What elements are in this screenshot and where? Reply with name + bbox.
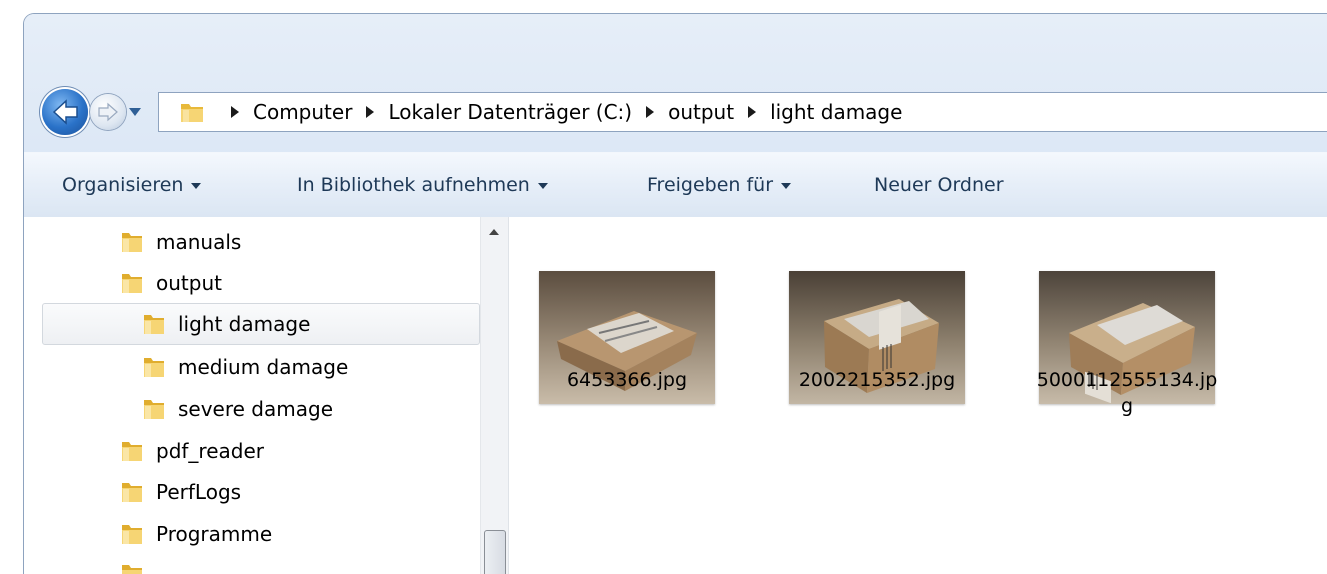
folder-icon — [122, 274, 142, 293]
folder-icon — [181, 104, 203, 122]
folder-icon — [122, 442, 142, 461]
tree-item-manuals[interactable]: manuals — [120, 223, 241, 261]
tree-item-label: light damage — [178, 312, 311, 336]
tree-item-label: manuals — [156, 230, 242, 254]
tree-item-light-damage[interactable]: light damage — [142, 305, 310, 343]
content-area: manuals output light damage medium damag… — [24, 217, 1327, 574]
navigation-bar: Computer Lokaler Datenträger (C:) output… — [24, 82, 1327, 152]
breadcrumb: Computer Lokaler Datenträger (C:) output… — [219, 93, 904, 131]
folder-icon — [122, 565, 142, 574]
forward-button[interactable] — [90, 94, 126, 130]
tree-item-label: pdf_reader — [156, 439, 264, 463]
tree-item-output[interactable]: output — [120, 264, 222, 302]
organize-label: Organisieren — [62, 174, 184, 196]
command-toolbar: Organisieren In Bibliothek aufnehmen Fre… — [24, 152, 1327, 218]
breadcrumb-separator-icon[interactable] — [366, 106, 375, 118]
breadcrumb-item-output[interactable]: output — [666, 98, 736, 126]
tree-item-medium-damage[interactable]: medium damage — [142, 348, 348, 386]
tree-item-label: medium damage — [178, 355, 349, 379]
tree-item-programme[interactable]: Programme — [120, 515, 272, 553]
add-to-library-button[interactable]: In Bibliothek aufnehmen — [297, 153, 548, 217]
pane-divider[interactable] — [508, 217, 519, 574]
organize-button[interactable]: Organisieren — [62, 153, 202, 217]
share-with-button[interactable]: Freigeben für — [647, 153, 792, 217]
navigation-scrollbar[interactable] — [480, 217, 509, 574]
tree-item-label: PerfLogs — [156, 480, 242, 504]
folder-icon — [122, 525, 142, 544]
folder-icon — [122, 483, 142, 502]
share-with-label: Freigeben für — [647, 174, 774, 196]
title-bar — [24, 14, 1327, 82]
breadcrumb-separator-icon[interactable] — [748, 106, 757, 118]
file-list: 6453366.jpg 2002215352.jpg 5000112555134… — [519, 217, 1327, 574]
breadcrumb-separator-icon — [231, 106, 239, 118]
tree-item-label: output — [156, 271, 222, 295]
folder-icon — [144, 400, 164, 419]
folder-icon — [144, 315, 164, 334]
breadcrumb-item-drive[interactable]: Lokaler Datenträger (C:) — [386, 98, 634, 126]
dropdown-caret-icon — [781, 183, 792, 189]
dropdown-caret-icon — [537, 183, 548, 189]
new-folder-label: Neuer Ordner — [874, 174, 1004, 196]
navigation-pane: manuals output light damage medium damag… — [24, 217, 480, 574]
scrollbar-thumb[interactable] — [484, 530, 506, 574]
scroll-up-icon[interactable] — [489, 229, 499, 235]
folder-icon — [144, 358, 164, 377]
file-name-line: 5000112555134.jp — [1036, 369, 1218, 391]
tree-item-label: severe damage — [178, 397, 333, 421]
tree-item-partial[interactable] — [120, 555, 156, 574]
file-name-line: g — [1120, 395, 1134, 417]
breadcrumb-separator-icon[interactable] — [646, 106, 655, 118]
file-name[interactable]: 6453366.jpg — [519, 367, 735, 393]
file-name[interactable]: 5000112555134.jp g — [1019, 367, 1235, 419]
new-folder-button[interactable]: Neuer Ordner — [874, 153, 1004, 217]
tree-item-pdf-reader[interactable]: pdf_reader — [120, 432, 264, 470]
file-name[interactable]: 2002215352.jpg — [769, 367, 985, 393]
back-button[interactable] — [42, 89, 88, 135]
dropdown-caret-icon — [191, 183, 202, 189]
forward-arrow-icon — [98, 102, 118, 122]
history-dropdown-icon[interactable] — [128, 106, 142, 118]
back-arrow-icon — [52, 99, 78, 125]
address-bar[interactable]: Computer Lokaler Datenträger (C:) output… — [158, 92, 1327, 132]
explorer-window: Computer Lokaler Datenträger (C:) output… — [24, 14, 1327, 574]
tree-item-severe-damage[interactable]: severe damage — [142, 390, 333, 428]
tree-item-label: Programme — [156, 522, 273, 546]
tree-item-perflogs[interactable]: PerfLogs — [120, 473, 241, 511]
folder-icon — [122, 233, 142, 252]
breadcrumb-item-computer[interactable]: Computer — [251, 98, 354, 126]
add-to-library-label: In Bibliothek aufnehmen — [297, 174, 530, 196]
breadcrumb-item-light-damage[interactable]: light damage — [768, 98, 904, 126]
